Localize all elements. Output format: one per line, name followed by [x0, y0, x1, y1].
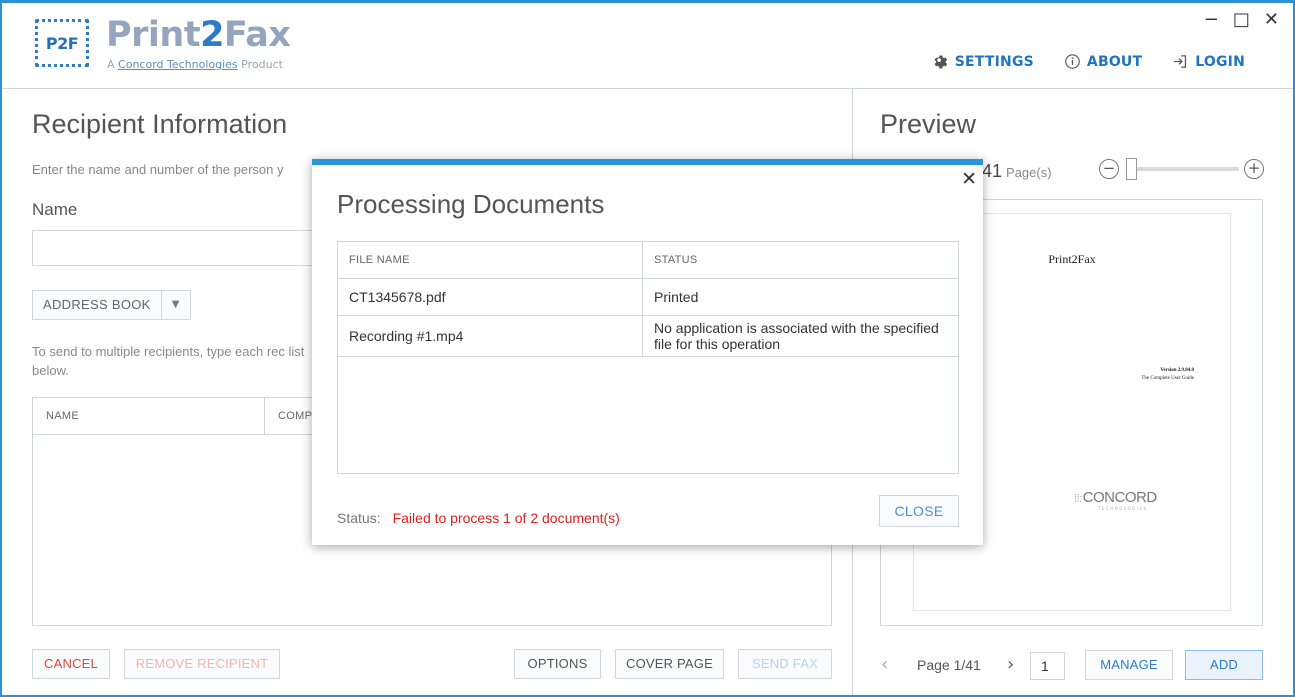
tagline-pre: A: [107, 58, 119, 71]
recipient-description: Enter the name and number of the person …: [32, 162, 284, 177]
documents-table: FILE NAME STATUS CT1345678.pdf Printed R…: [337, 241, 959, 474]
add-button[interactable]: ADD: [1185, 650, 1263, 680]
brand-name: Print2Fax: [106, 15, 291, 55]
cancel-button[interactable]: CANCEL: [32, 649, 110, 679]
close-icon[interactable]: ✕: [961, 168, 977, 190]
concord-dots-icon: ⁞⁞:: [1074, 493, 1082, 505]
processing-dialog: Processing Documents ✕ FILE NAME STATUS …: [312, 159, 983, 545]
address-book-button[interactable]: ADDRESS BOOK ▼: [32, 290, 191, 320]
maximize-button[interactable]: □: [1233, 11, 1250, 29]
status-error-text: Failed to process 1 of 2 document(s): [392, 510, 620, 526]
zoom-out-icon[interactable]: −: [1099, 159, 1119, 179]
column-header-file-name: FILE NAME: [338, 242, 643, 278]
app-header: P2F Print2Fax A Concord Technologies Pro…: [2, 3, 1293, 89]
tagline-link[interactable]: Concord Technologies: [118, 58, 238, 71]
chevron-left-icon[interactable]: ‹: [881, 654, 888, 675]
column-header-company: COMP: [278, 410, 313, 422]
dialog-title: Processing Documents: [337, 189, 605, 219]
status-cell: No application is associated with the sp…: [654, 320, 939, 352]
options-button[interactable]: OPTIONS: [514, 649, 601, 679]
chevron-down-icon[interactable]: ▼: [162, 291, 190, 319]
brand-accent: 2: [200, 15, 224, 55]
page-count-value: 41: [982, 161, 1003, 181]
login-link[interactable]: LOGIN: [1172, 53, 1245, 70]
top-nav: SETTINGS ABOUT LOGIN: [932, 53, 1245, 70]
tagline-post: Product: [237, 58, 283, 71]
settings-label: SETTINGS: [954, 53, 1034, 70]
zoom-in-icon[interactable]: +: [1244, 159, 1264, 179]
doc-version: Version 2.9.84.0 The Complete User Guide: [1141, 367, 1194, 383]
page-count-unit: Page(s): [1006, 165, 1052, 180]
recipient-title: Recipient Information: [32, 109, 288, 139]
concord-logo-sub: TECHNOLOGIES: [1098, 506, 1148, 511]
table-row[interactable]: CT1345678.pdf Printed: [338, 279, 958, 316]
close-button[interactable]: CLOSE: [879, 495, 959, 527]
chevron-right-icon[interactable]: ›: [1007, 654, 1014, 675]
app-logo: P2F: [35, 19, 89, 67]
address-book-label[interactable]: ADDRESS BOOK: [33, 291, 162, 319]
login-label: LOGIN: [1195, 53, 1245, 70]
name-input[interactable]: [32, 230, 332, 266]
dialog-status: Status: Failed to process 1 of 2 document…: [337, 510, 620, 526]
app-window: P2F Print2Fax A Concord Technologies Pro…: [0, 0, 1295, 697]
status-label: Status:: [337, 510, 381, 526]
column-header-status: STATUS: [654, 254, 698, 266]
doc-version-text: Version 2.9.84.0: [1160, 368, 1194, 373]
minimize-button[interactable]: −: [1204, 11, 1219, 29]
close-window-button[interactable]: ✕: [1264, 11, 1279, 29]
info-icon: [1065, 54, 1080, 69]
remove-recipient-button[interactable]: REMOVE RECIPIENT: [124, 649, 280, 679]
brand-suffix: Fax: [223, 15, 291, 55]
preview-title: Preview: [880, 109, 977, 139]
column-header-name: NAME: [33, 398, 265, 434]
window-controls: − □ ✕: [1204, 11, 1279, 29]
about-link[interactable]: ABOUT: [1064, 53, 1142, 70]
about-label: ABOUT: [1086, 53, 1143, 70]
doc-subtitle: The Complete User Guide: [1141, 376, 1194, 381]
page-count: 41 Page(s): [982, 161, 1052, 182]
tagline: A Concord Technologies Product: [107, 58, 283, 71]
cover-page-button[interactable]: COVER PAGE: [615, 649, 724, 679]
file-name-cell: CT1345678.pdf: [338, 279, 643, 315]
zoom-slider-track[interactable]: [1137, 167, 1239, 171]
zoom-slider-handle[interactable]: [1126, 158, 1137, 180]
concord-logo: ⁞⁞:CONCORD: [1074, 489, 1157, 506]
status-cell: Printed: [654, 289, 699, 305]
login-icon: [1174, 55, 1187, 68]
documents-table-header: FILE NAME STATUS: [338, 242, 958, 279]
multi-recipient-hint: To send to multiple recipients, type eac…: [32, 344, 305, 378]
concord-logo-text: CONCORD: [1082, 489, 1158, 506]
page-label: Page 1/41: [917, 657, 981, 673]
settings-link[interactable]: SETTINGS: [932, 53, 1034, 70]
manage-button[interactable]: MANAGE: [1085, 650, 1173, 680]
send-fax-button[interactable]: SEND FAX: [738, 649, 832, 679]
file-name-cell: Recording #1.mp4: [338, 316, 643, 356]
page-number-input[interactable]: 1: [1030, 652, 1065, 680]
logo-text: P2F: [45, 33, 79, 53]
name-label: Name: [32, 200, 78, 219]
table-row[interactable]: Recording #1.mp4 No application is assoc…: [338, 316, 958, 357]
gear-icon: [934, 55, 947, 69]
brand-prefix: Print: [106, 15, 201, 55]
